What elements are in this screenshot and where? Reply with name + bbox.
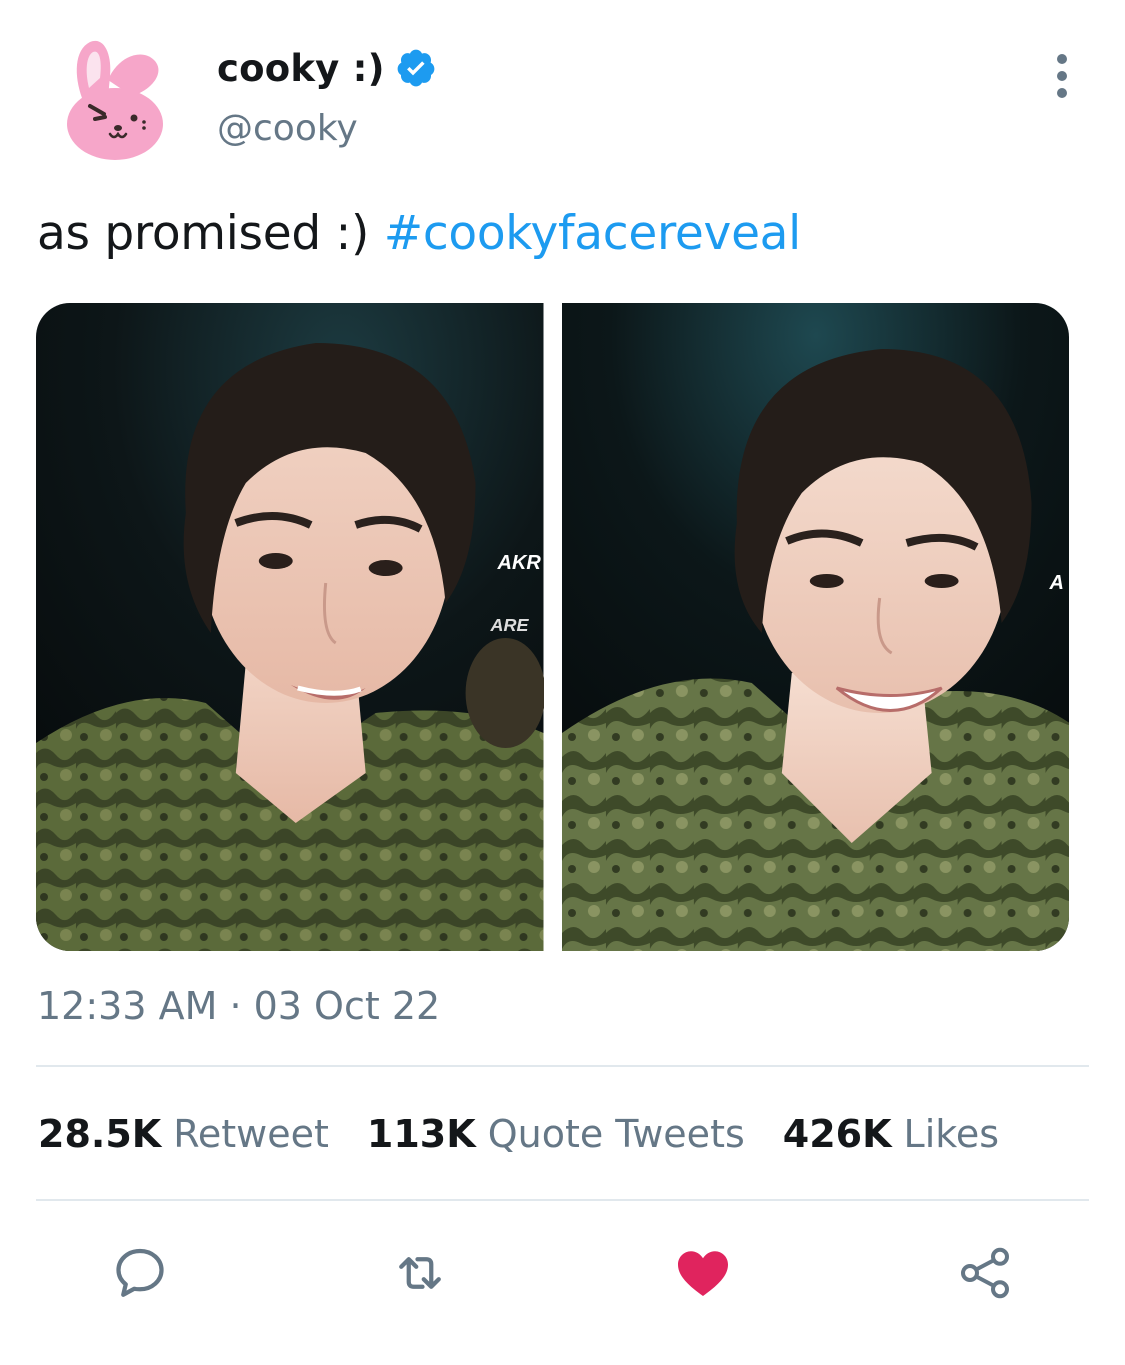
more-dot-icon	[1057, 71, 1067, 81]
heart-icon	[678, 1251, 728, 1296]
quotes-stat[interactable]: 113K Quote Tweets	[367, 1112, 745, 1156]
more-dot-icon	[1057, 88, 1067, 98]
name-row: cooky :)	[217, 44, 437, 92]
divider	[36, 1199, 1089, 1201]
tweet-stats: 28.5K Retweet 113K Quote Tweets 426K Likes	[38, 1112, 1037, 1156]
divider	[36, 1065, 1089, 1067]
photo-overlay-text: AKR	[497, 552, 542, 574]
quotes-label: Quote Tweets	[487, 1112, 745, 1156]
cooky-bunny-icon	[67, 40, 163, 160]
tweet-timestamp[interactable]: 12:33 AM · 03 Oct 22	[37, 984, 440, 1028]
tweet-detail: cooky :) @cooky as promised :) #cookyfac…	[0, 0, 1125, 1365]
avatar[interactable]	[60, 36, 170, 164]
quotes-count: 113K	[366, 1112, 476, 1156]
verified-badge-icon	[397, 49, 435, 87]
display-name[interactable]: cooky :)	[217, 47, 385, 90]
reply-button[interactable]	[105, 1238, 175, 1308]
media-grid: AKR ARE A	[36, 303, 1069, 951]
retweet-icon	[399, 1257, 441, 1289]
photo-image: A	[561, 303, 1069, 951]
retweets-label: Retweet	[173, 1112, 329, 1156]
share-button[interactable]	[950, 1238, 1020, 1308]
likes-stat[interactable]: 426K Likes	[783, 1112, 999, 1156]
retweets-count: 28.5K	[38, 1112, 162, 1156]
likes-count: 426K	[782, 1112, 892, 1156]
reply-icon	[116, 1248, 164, 1297]
tweet-actions	[0, 1238, 1125, 1308]
more-dot-icon	[1057, 54, 1067, 64]
hashtag-link[interactable]: #cookyfacereveal	[384, 206, 802, 261]
tweet-text: as promised :) #cookyfacereveal	[37, 206, 801, 261]
share-icon	[961, 1247, 1009, 1299]
retweets-stat[interactable]: 28.5K Retweet	[38, 1112, 329, 1156]
retweet-button[interactable]	[385, 1238, 455, 1308]
user-handle[interactable]: @cooky	[217, 108, 358, 149]
like-button[interactable]	[668, 1238, 738, 1308]
tweet-body: as promised :)	[37, 206, 384, 261]
photo-overlay-text: ARE	[490, 615, 530, 635]
photo-overlay-text: A	[1048, 572, 1063, 594]
photo-image: AKR ARE	[36, 303, 544, 951]
tweet-photo-2[interactable]: A	[561, 303, 1069, 951]
more-options-button[interactable]	[1046, 54, 1078, 98]
likes-label: Likes	[903, 1112, 1000, 1156]
tweet-photo-1[interactable]: AKR ARE	[36, 303, 544, 951]
